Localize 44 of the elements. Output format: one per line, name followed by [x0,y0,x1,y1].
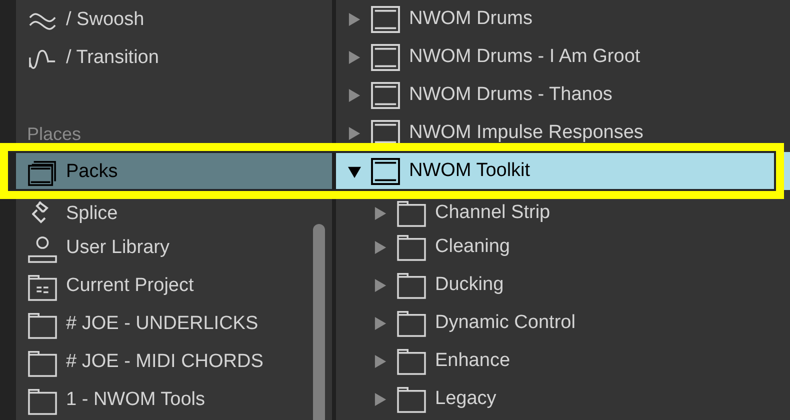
expand-arrow-icon[interactable] [348,12,361,26]
user-icon [28,234,57,262]
tree-item[interactable]: NWOM Impulse Responses [336,114,790,152]
expand-arrow-icon[interactable] [374,392,387,406]
sidebar-item[interactable]: / Swoosh [16,1,332,39]
sidebar-item[interactable]: # JOE - UNDERLICKS [16,305,332,343]
expand-arrow-icon[interactable] [374,278,387,292]
sidebar-item[interactable]: # JOE - MIDI CHORDS [16,343,332,381]
tree-item[interactable]: Channel Strip [336,198,790,228]
folder-icon [397,386,426,412]
window-icon [371,82,400,108]
expand-arrow-icon[interactable] [374,206,387,220]
sidebar-item[interactable]: Current Project [16,267,332,305]
tree-item[interactable]: Cleaning [336,228,790,266]
tree-item[interactable]: Legacy [336,380,790,418]
scrollbar[interactable] [313,224,325,420]
expand-arrow-icon[interactable] [348,126,361,140]
sidebar-item[interactable]: User Library [16,229,332,267]
sidebar-item[interactable]: 1 - NWOM Tools [16,381,332,419]
sidebar-item[interactable]: Splice [16,199,332,229]
expand-arrow-icon[interactable] [374,240,387,254]
window-icon [371,158,400,184]
tree-item[interactable]: NWOM Drums - I Am Groot [336,38,790,76]
expand-arrow-icon[interactable] [374,354,387,368]
expand-arrow-icon[interactable] [348,50,361,64]
expand-arrow-icon[interactable] [374,316,387,330]
folder-icon [397,348,426,374]
folder-icon [397,272,426,298]
folder-icon [397,234,426,260]
window-icon [371,44,400,70]
tree-item[interactable]: Dynamic Control [336,304,790,342]
sidebar-item[interactable]: / Transition [16,39,332,77]
folder-icon [397,200,426,226]
collapse-arrow-icon[interactable] [348,164,361,178]
sidebar-item[interactable]: Packs [16,153,332,191]
tree-item[interactable]: Enhance [336,342,790,380]
tree-item[interactable]: NWOM Drums - Thanos [336,76,790,114]
window-icon [371,6,400,32]
tree-item[interactable]: NWOM Toolkit [336,152,790,190]
expand-arrow-icon[interactable] [348,88,361,102]
tree-item[interactable]: Ducking [336,266,790,304]
tree-item[interactable]: NWOM Drums [336,0,790,38]
section-header: Places [26,122,82,146]
folder-icon [397,310,426,336]
